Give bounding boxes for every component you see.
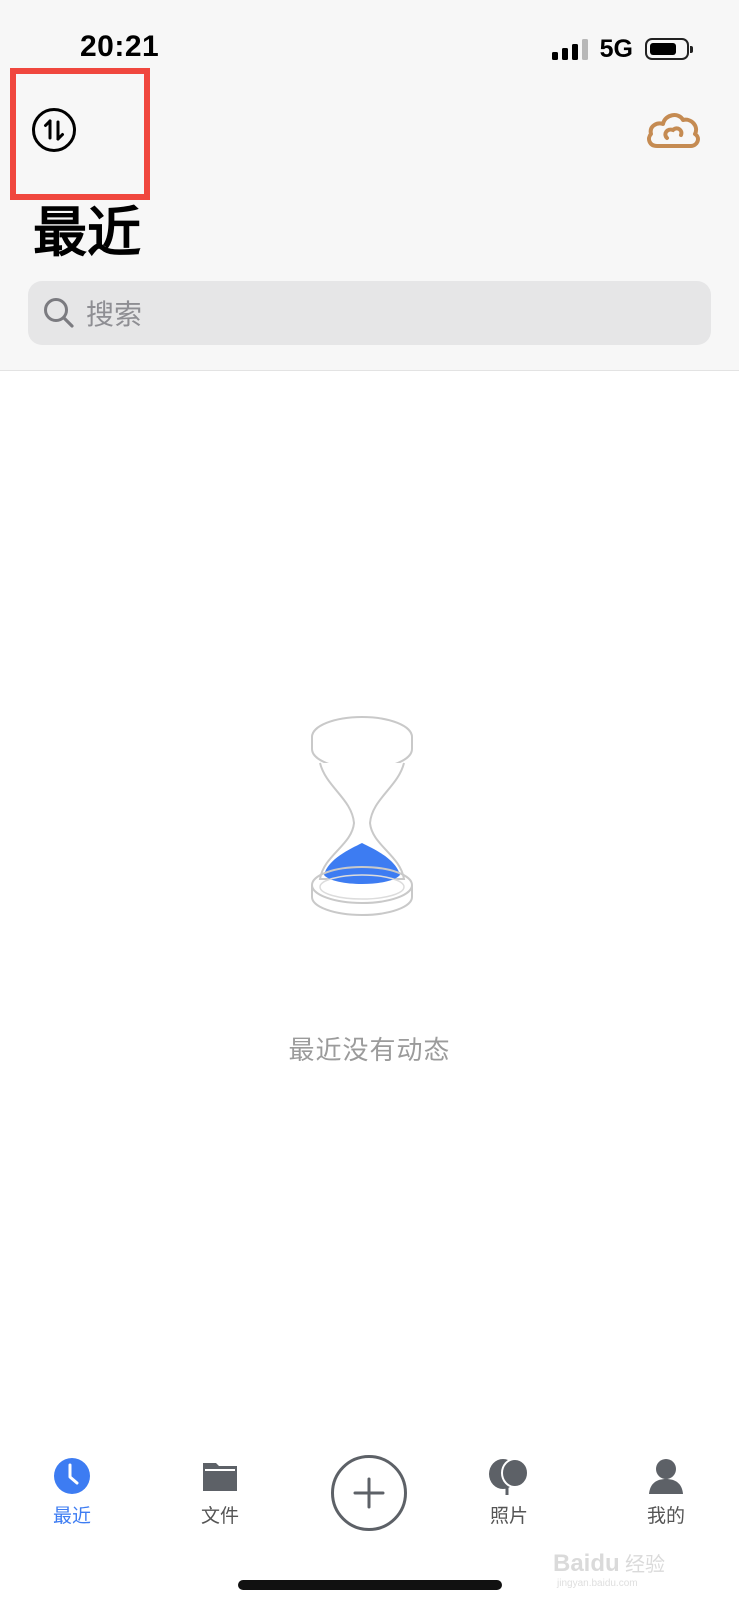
- network-type: 5G: [599, 34, 633, 63]
- folder-icon: [203, 1463, 237, 1491]
- sort-transfer-icon[interactable]: [31, 107, 77, 153]
- tab-profile[interactable]: 我的: [611, 1457, 721, 1528]
- tab-files-label: 文件: [200, 1505, 239, 1527]
- profile-icon: [649, 1459, 683, 1494]
- hourglass-icon: [311, 716, 413, 916]
- tab-photos-label: 照片: [489, 1505, 528, 1527]
- search-icon: [44, 298, 74, 328]
- battery-icon: [645, 38, 693, 60]
- tab-profile-label: 我的: [646, 1505, 685, 1527]
- home-indicator: [238, 1580, 502, 1590]
- status-time: 20:21: [80, 30, 160, 63]
- tab-recent[interactable]: 最近: [17, 1457, 127, 1528]
- tab-recent-label: 最近: [52, 1505, 91, 1527]
- svg-text:jingyan.baidu.com: jingyan.baidu.com: [556, 1578, 638, 1589]
- signal-icon: [551, 38, 588, 60]
- photos-icon: [489, 1458, 529, 1495]
- empty-state-message: 最近没有动态: [288, 1036, 451, 1066]
- search-input[interactable]: 搜索: [28, 281, 711, 345]
- search-placeholder: 搜索: [86, 298, 143, 331]
- tab-files[interactable]: 文件: [165, 1457, 275, 1528]
- svg-text:经验: 经验: [625, 1552, 665, 1576]
- cloud-icon[interactable]: [645, 108, 701, 152]
- page-title: 最近: [33, 201, 141, 264]
- add-button[interactable]: [331, 1455, 407, 1531]
- add-icon: [353, 1477, 385, 1509]
- svg-text:Baidu: Baidu: [553, 1550, 620, 1577]
- status-indicators: 5G: [551, 34, 693, 64]
- header: 20:21 5G 最近 搜索: [0, 0, 739, 371]
- clock-icon: [54, 1458, 90, 1494]
- tab-photos[interactable]: 照片: [454, 1457, 564, 1528]
- baidu-watermark: Baidu 经验 jingyan.baidu.com: [553, 1550, 665, 1589]
